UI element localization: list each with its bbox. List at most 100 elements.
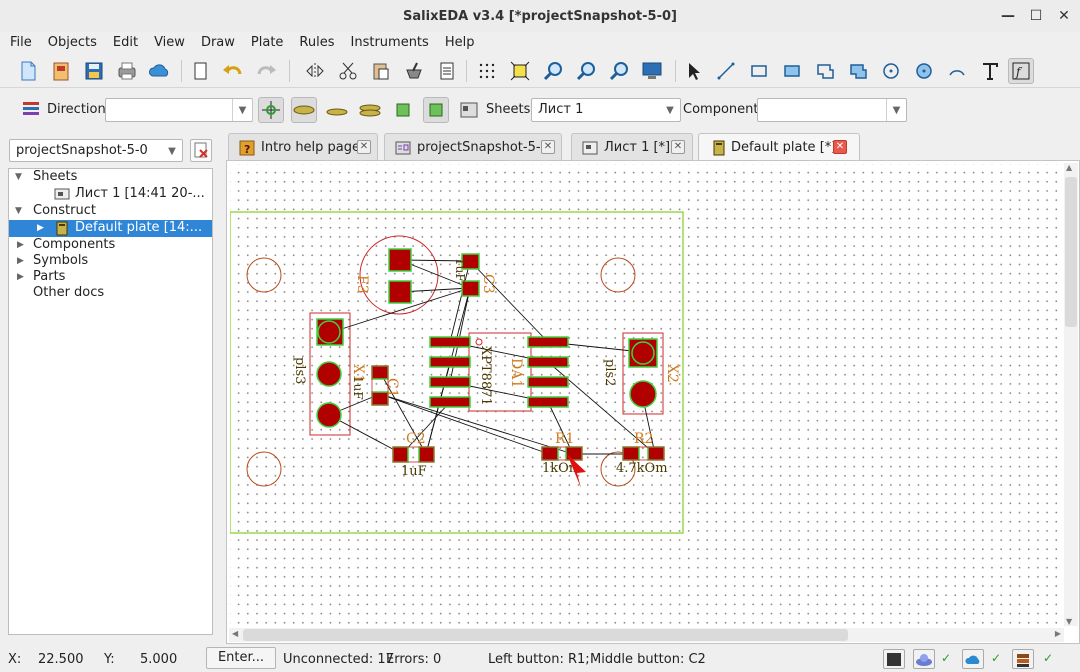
chevron-down-icon: ▼ [886, 99, 906, 121]
tree-item-other-docs[interactable]: Other docs [9, 285, 212, 302]
property-toolbar: Direction: ▼ Sheets: Лист 1 ▼ Component:… [0, 92, 1080, 128]
tab-default-plate[interactable]: Default plate [*] ✕ [698, 133, 860, 162]
select-pointer-icon[interactable] [680, 58, 706, 84]
arc-icon[interactable] [944, 58, 970, 84]
tree-item-sheet1[interactable]: Лист 1 [14:41 20-... [9, 186, 212, 203]
tree-item-sheets[interactable]: ▼ Sheets [9, 169, 212, 186]
layer-both-icon[interactable] [357, 97, 383, 123]
schematic-icon [582, 141, 598, 155]
expand-down-icon[interactable]: ▼ [15, 172, 22, 182]
filled-rect-icon[interactable] [779, 58, 805, 84]
project-icon [395, 141, 411, 155]
expand-right-icon[interactable]: ▶ [17, 240, 24, 250]
monitor-icon[interactable] [639, 58, 665, 84]
draw-line-icon[interactable] [713, 58, 739, 84]
close-icon[interactable]: ✕ [541, 140, 555, 154]
horizontal-scroll-thumb[interactable] [243, 629, 848, 641]
component-select[interactable]: ▼ [757, 98, 907, 122]
menu-help[interactable]: Help [435, 35, 481, 50]
zoom-window-icon[interactable] [606, 58, 632, 84]
menu-objects[interactable]: Objects [38, 35, 103, 50]
remove-project-button[interactable] [190, 139, 212, 162]
save-icon[interactable] [81, 58, 107, 84]
circle-icon[interactable] [878, 58, 904, 84]
layer-mid-icon[interactable] [324, 97, 350, 123]
mirror-icon[interactable] [302, 58, 328, 84]
zoom-in-icon[interactable] [540, 58, 566, 84]
close-icon[interactable]: ✕ [833, 140, 847, 154]
tab-intro-help[interactable]: ? Intro help page ✕ [228, 133, 378, 161]
cloud-icon[interactable] [147, 58, 173, 84]
menu-instruments[interactable]: Instruments [341, 35, 435, 50]
fit-view-icon[interactable] [507, 58, 533, 84]
maximize-button[interactable]: ☐ [1026, 6, 1046, 26]
horizontal-scrollbar[interactable]: ◀ ▶ [229, 628, 1064, 642]
x2-label: X2 [664, 364, 680, 383]
minimize-button[interactable]: — [998, 6, 1018, 26]
project-tree: ▼ Sheets Лист 1 [14:41 20-... ▼ Construc… [8, 168, 213, 635]
sheet-icon[interactable] [456, 97, 482, 123]
expand-down-icon[interactable]: ▼ [15, 206, 22, 216]
clapper-icon[interactable] [883, 649, 905, 669]
tab-sheet1[interactable]: Лист 1 [*] ✕ [571, 133, 693, 161]
cloud-sync-icon[interactable] [962, 649, 984, 669]
cut-icon[interactable] [335, 58, 361, 84]
open-project-icon[interactable] [48, 58, 74, 84]
beacon-icon[interactable] [913, 649, 935, 669]
menu-rules[interactable]: Rules [289, 35, 340, 50]
expand-right-icon[interactable]: ▶ [17, 272, 24, 282]
tree-item-construct[interactable]: ▼ Construct [9, 203, 212, 220]
expand-right-icon[interactable]: ▶ [17, 256, 24, 266]
menu-edit[interactable]: Edit [103, 35, 144, 50]
tab-project-snapshot[interactable]: projectSnapshot-5-0 ✕ [384, 133, 562, 161]
redo-icon[interactable] [253, 58, 279, 84]
function-icon[interactable]: f [1008, 58, 1034, 84]
tree-item-symbols[interactable]: ▶ Symbols [9, 253, 212, 270]
vertical-scrollbar[interactable]: ▲ ▼ [1064, 163, 1078, 626]
filled-circle-icon[interactable] [911, 58, 937, 84]
expand-right-icon[interactable]: ▶ [37, 223, 44, 233]
menu-bar: File Objects Edit View Draw Plate Rules … [0, 32, 1080, 52]
project-select[interactable]: projectSnapshot-5-0 ▼ [9, 139, 183, 162]
tree-item-components[interactable]: ▶ Components [9, 237, 212, 254]
paste-icon[interactable] [368, 58, 394, 84]
close-icon[interactable]: ✕ [671, 140, 685, 154]
c3-label: C3 [480, 274, 496, 294]
enter-coords-button[interactable]: Enter... [206, 647, 276, 669]
draw-rect-icon[interactable] [746, 58, 772, 84]
layers-icon[interactable] [18, 96, 44, 122]
layer-top-icon[interactable] [291, 97, 317, 123]
zoom-out-icon[interactable] [573, 58, 599, 84]
grid-icon[interactable] [474, 58, 500, 84]
print-icon[interactable] [114, 58, 140, 84]
list-icon[interactable] [434, 58, 460, 84]
library-icon[interactable] [1012, 649, 1034, 669]
snap-center-icon[interactable] [258, 97, 284, 123]
remove-icon [194, 142, 208, 158]
close-icon[interactable]: ✕ [357, 140, 371, 154]
menu-draw[interactable]: Draw [191, 35, 241, 50]
filled-polygon-icon[interactable] [845, 58, 871, 84]
new-page-icon[interactable] [187, 58, 213, 84]
menu-view[interactable]: View [144, 35, 191, 50]
svg-text:?: ? [244, 143, 250, 156]
pls2-label: pls2 [602, 359, 617, 386]
x-coord-value: 22.500 [38, 652, 84, 667]
vertical-scroll-thumb[interactable] [1065, 177, 1077, 327]
mortar-icon[interactable] [401, 58, 427, 84]
pcb-canvas[interactable]: C3 1uF F3 pls3 X1 C1 1uF DA1 XPT8871 pls… [230, 164, 1064, 627]
menu-file[interactable]: File [0, 35, 38, 50]
chip-icon[interactable] [390, 97, 416, 123]
text-icon[interactable] [977, 58, 1003, 84]
component-label: Component: [683, 102, 763, 117]
chip-selected-icon[interactable] [423, 97, 449, 123]
menu-plate[interactable]: Plate [241, 35, 290, 50]
new-file-icon[interactable] [15, 58, 41, 84]
close-window-button[interactable]: ✕ [1054, 6, 1074, 26]
tree-item-default-plate[interactable]: ▶ Default plate [14:... [9, 220, 212, 237]
tree-item-parts[interactable]: ▶ Parts [9, 269, 212, 286]
direction-select[interactable]: ▼ [105, 98, 253, 122]
sheets-select[interactable]: Лист 1 ▼ [531, 98, 681, 122]
polygon-icon[interactable] [812, 58, 838, 84]
undo-icon[interactable] [220, 58, 246, 84]
